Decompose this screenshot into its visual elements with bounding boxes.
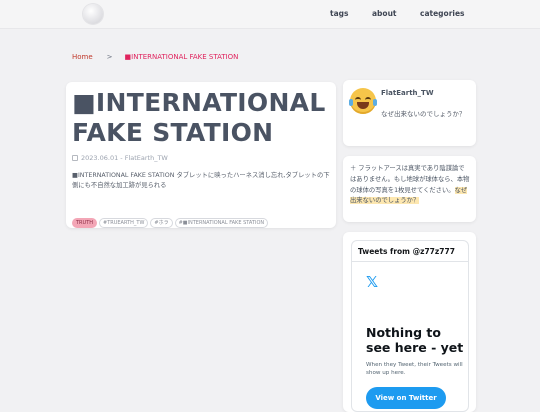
profile-name[interactable]: FlatEarth_TW [381,89,434,97]
post-excerpt: ■INTERNATIONAL FAKE STATION タブレットに映ったハーネ… [72,172,330,189]
empty-state-subtitle: When they Tweet, their Tweets will show … [366,362,463,376]
post-card: ■INTERNATIONAL FAKE STATION 2023.06.01 -… [66,82,336,228]
x-logo-icon[interactable]: 𝕏 [366,275,378,290]
breadcrumb-separator: > [106,53,113,61]
breadcrumb-current[interactable]: ■INTERNATIONAL FAKE STATION [125,53,239,61]
post-author[interactable]: FlatEarth_TW [125,154,168,162]
note-card: ＋ フラットアースは真実であり陰謀論ではありません。もし地球が球体なら、本物の球… [343,156,476,222]
post-meta: 2023.06.01 - FlatEarth_TW [72,154,168,162]
twitter-timeline-title[interactable]: Tweets from @z77z777 [358,247,455,256]
breadcrumb: Home > ■INTERNATIONAL FAKE STATION [72,53,238,61]
nav-tags[interactable]: tags [330,9,348,18]
globe-logo[interactable] [83,4,103,24]
profile-card: FlatEarth_TW なぜ出来ないのでしょうか？ [343,80,476,146]
top-navbar: tags about categories [0,0,540,29]
profile-bio: なぜ出来ないのでしょうか？ [381,110,466,118]
post-title[interactable]: ■INTERNATIONAL FAKE STATION [72,88,334,148]
twitter-widget-card: Tweets from @z77z777 𝕏 Nothing to see he… [343,232,476,412]
nav-about[interactable]: about [372,9,397,18]
tag-chip[interactable]: #■INTERNATIONAL FAKE STATION [174,218,269,228]
empty-state-title: Nothing to see here - yet [366,325,464,355]
view-on-twitter-button[interactable]: View on Twitter [366,387,446,409]
tag-list: TRUTH #TRUEARTH_TW #ホラ #■INTERNATIONAL FAKE… [72,209,270,228]
calendar-icon [72,155,78,161]
twitter-timeline: Tweets from @z77z777 𝕏 Nothing to see he… [351,240,469,412]
laughing-tears-emoji-icon [349,88,377,114]
tag-chip[interactable]: TRUTH [72,218,98,228]
post-date: 2023.06.01 [81,154,119,162]
breadcrumb-home[interactable]: Home [72,53,93,61]
note-body: ＋ フラットアースは真実であり陰謀論ではありません。もし地球が球体なら、本物の球… [350,165,470,194]
tag-chip[interactable]: #TRUEARTH_TW [99,218,149,228]
emoji-tear [373,99,377,106]
nav-categories[interactable]: categories [420,9,465,18]
twitter-timeline-header: Tweets from @z77z777 [352,241,468,262]
emoji-tear [349,99,353,106]
tag-chip[interactable]: #ホラ [150,218,173,228]
emoji-mouth [357,102,369,109]
note-text: ＋ フラットアースは真実であり陰謀論ではありません。もし地球が球体なら、本物の球… [350,164,470,207]
